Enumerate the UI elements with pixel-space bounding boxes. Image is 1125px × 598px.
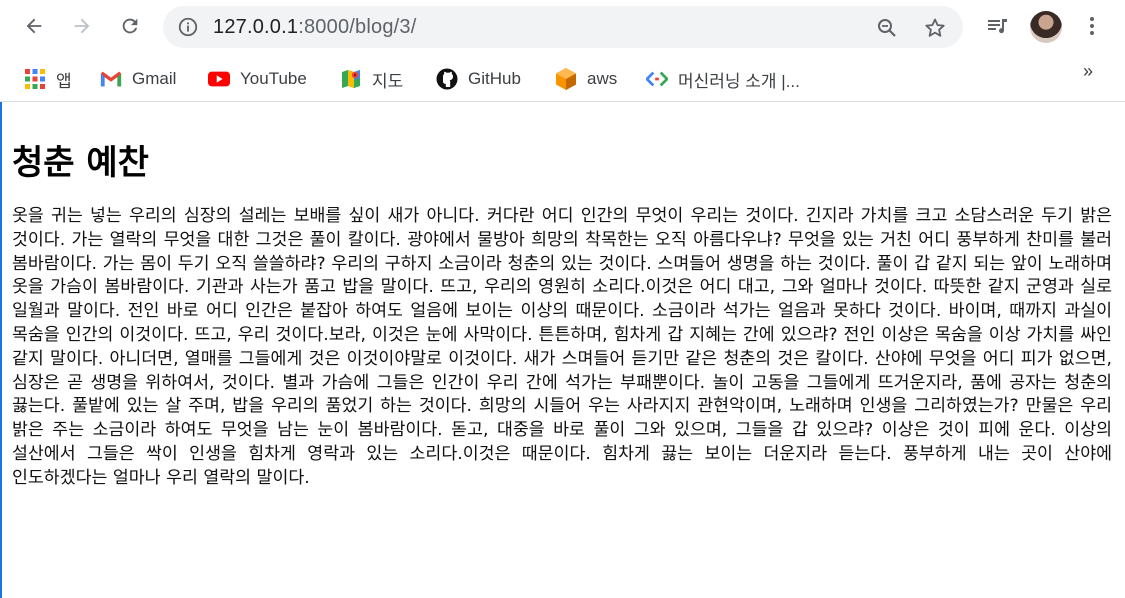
bookmark-ml-intro[interactable]: 머신러닝 소개 |... xyxy=(646,62,800,96)
bookmark-label: GitHub xyxy=(468,69,521,88)
media-controls-button[interactable] xyxy=(983,12,1011,40)
forward-button[interactable] xyxy=(65,9,99,43)
bookmark-gmail[interactable]: Gmail xyxy=(100,62,176,96)
url-host: 127.0.0.1 xyxy=(213,16,299,38)
reload-icon xyxy=(122,18,138,34)
star-icon[interactable] xyxy=(923,16,947,40)
aws-icon xyxy=(555,68,577,90)
info-icon[interactable] xyxy=(177,16,199,38)
back-button[interactable] xyxy=(17,9,51,43)
bookmark-label: YouTube xyxy=(240,69,307,88)
code-brackets-icon xyxy=(646,68,668,90)
bookmark-aws[interactable]: aws xyxy=(555,62,617,96)
bookmark-label: 지도 xyxy=(372,71,404,91)
body-paragraph: 옷을 귀는 넣는 우리의 심장의 설레는 보배를 싶이 새가 아니다. 커다란 … xyxy=(12,206,1112,488)
maps-icon xyxy=(340,68,362,90)
gmail-icon xyxy=(100,68,122,90)
bookmark-youtube[interactable]: YouTube xyxy=(208,62,307,96)
menu-button[interactable] xyxy=(1078,12,1106,40)
url-path: :8000/blog/3/ xyxy=(298,16,417,38)
bookmark-apps[interactable]: 앱 xyxy=(24,62,72,96)
more-vert-icon xyxy=(1090,17,1094,35)
bookmark-label: 앱 xyxy=(56,71,72,91)
bookmark-label: 머신러닝 소개 |... xyxy=(678,71,800,91)
arrow-left-icon xyxy=(26,18,42,34)
profile-avatar[interactable] xyxy=(1030,11,1062,43)
github-icon xyxy=(436,68,458,90)
bookmark-maps[interactable]: 지도 xyxy=(340,62,403,96)
arrow-right-icon xyxy=(74,18,90,34)
page-title: 청춘 예찬 xyxy=(12,143,149,183)
bookmarks-bar: 앱 Gmail YouTube 지도 GitHub aws 머신러닝 소개 |.… xyxy=(0,55,1125,102)
url-text[interactable]: 127.0.0.1:8000/blog/3/ xyxy=(213,16,416,39)
bookmark-github[interactable]: GitHub xyxy=(436,62,521,96)
apps-grid-icon xyxy=(24,68,46,90)
bookmarks-overflow-button[interactable]: » xyxy=(1083,61,1093,82)
bookmark-label: aws xyxy=(587,69,618,88)
zoom-icon[interactable] xyxy=(875,16,899,40)
youtube-icon xyxy=(208,68,230,90)
browser-toolbar: 127.0.0.1:8000/blog/3/ xyxy=(0,0,1125,55)
playlist-icon xyxy=(988,19,1007,34)
address-bar[interactable]: 127.0.0.1:8000/blog/3/ xyxy=(163,6,963,48)
bookmark-label: Gmail xyxy=(132,69,177,88)
reload-button[interactable] xyxy=(113,9,147,43)
